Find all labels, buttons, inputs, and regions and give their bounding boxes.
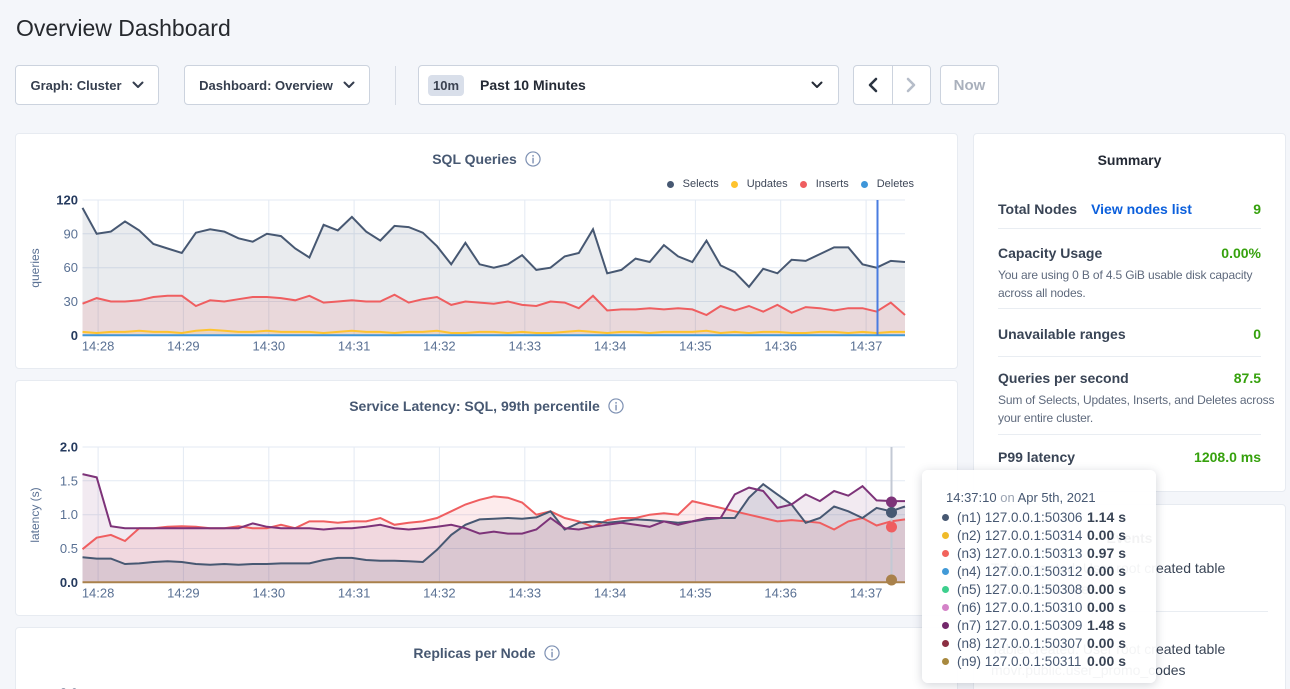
svg-text:14:37: 14:37 (850, 586, 883, 601)
svg-text:14:30: 14:30 (253, 339, 286, 354)
svg-text:14:33: 14:33 (509, 586, 542, 601)
svg-text:0.0: 0.0 (60, 575, 78, 590)
svg-text:90: 90 (64, 226, 78, 241)
svg-text:14:28: 14:28 (82, 586, 115, 601)
svg-text:120: 120 (56, 193, 78, 208)
svg-text:14:32: 14:32 (423, 586, 456, 601)
svg-text:14:29: 14:29 (167, 586, 200, 601)
svg-text:14:36: 14:36 (764, 339, 797, 354)
svg-text:14:31: 14:31 (338, 586, 371, 601)
svg-text:queries: queries (28, 248, 42, 287)
svg-text:14:35: 14:35 (679, 586, 712, 601)
svg-text:14:30: 14:30 (253, 586, 286, 601)
svg-text:14:33: 14:33 (509, 339, 542, 354)
svg-text:30: 30 (64, 294, 78, 309)
svg-text:14:31: 14:31 (338, 339, 371, 354)
svg-text:14:36: 14:36 (764, 586, 797, 601)
svg-text:2.0: 2.0 (60, 440, 78, 455)
svg-text:latency (s): latency (s) (28, 487, 42, 542)
svg-text:1.5: 1.5 (60, 473, 78, 488)
svg-text:0: 0 (71, 328, 78, 343)
svg-text:14:37: 14:37 (850, 339, 883, 354)
svg-text:14:29: 14:29 (167, 339, 200, 354)
svg-text:14:34: 14:34 (594, 586, 627, 601)
svg-text:0.5: 0.5 (60, 541, 78, 556)
svg-text:8.0: 8.0 (60, 686, 78, 689)
svg-text:14:35: 14:35 (679, 339, 712, 354)
svg-text:60: 60 (64, 260, 78, 275)
svg-text:14:32: 14:32 (423, 339, 456, 354)
svg-text:14:28: 14:28 (82, 339, 115, 354)
svg-text:14:34: 14:34 (594, 339, 627, 354)
svg-text:1.0: 1.0 (60, 507, 78, 522)
